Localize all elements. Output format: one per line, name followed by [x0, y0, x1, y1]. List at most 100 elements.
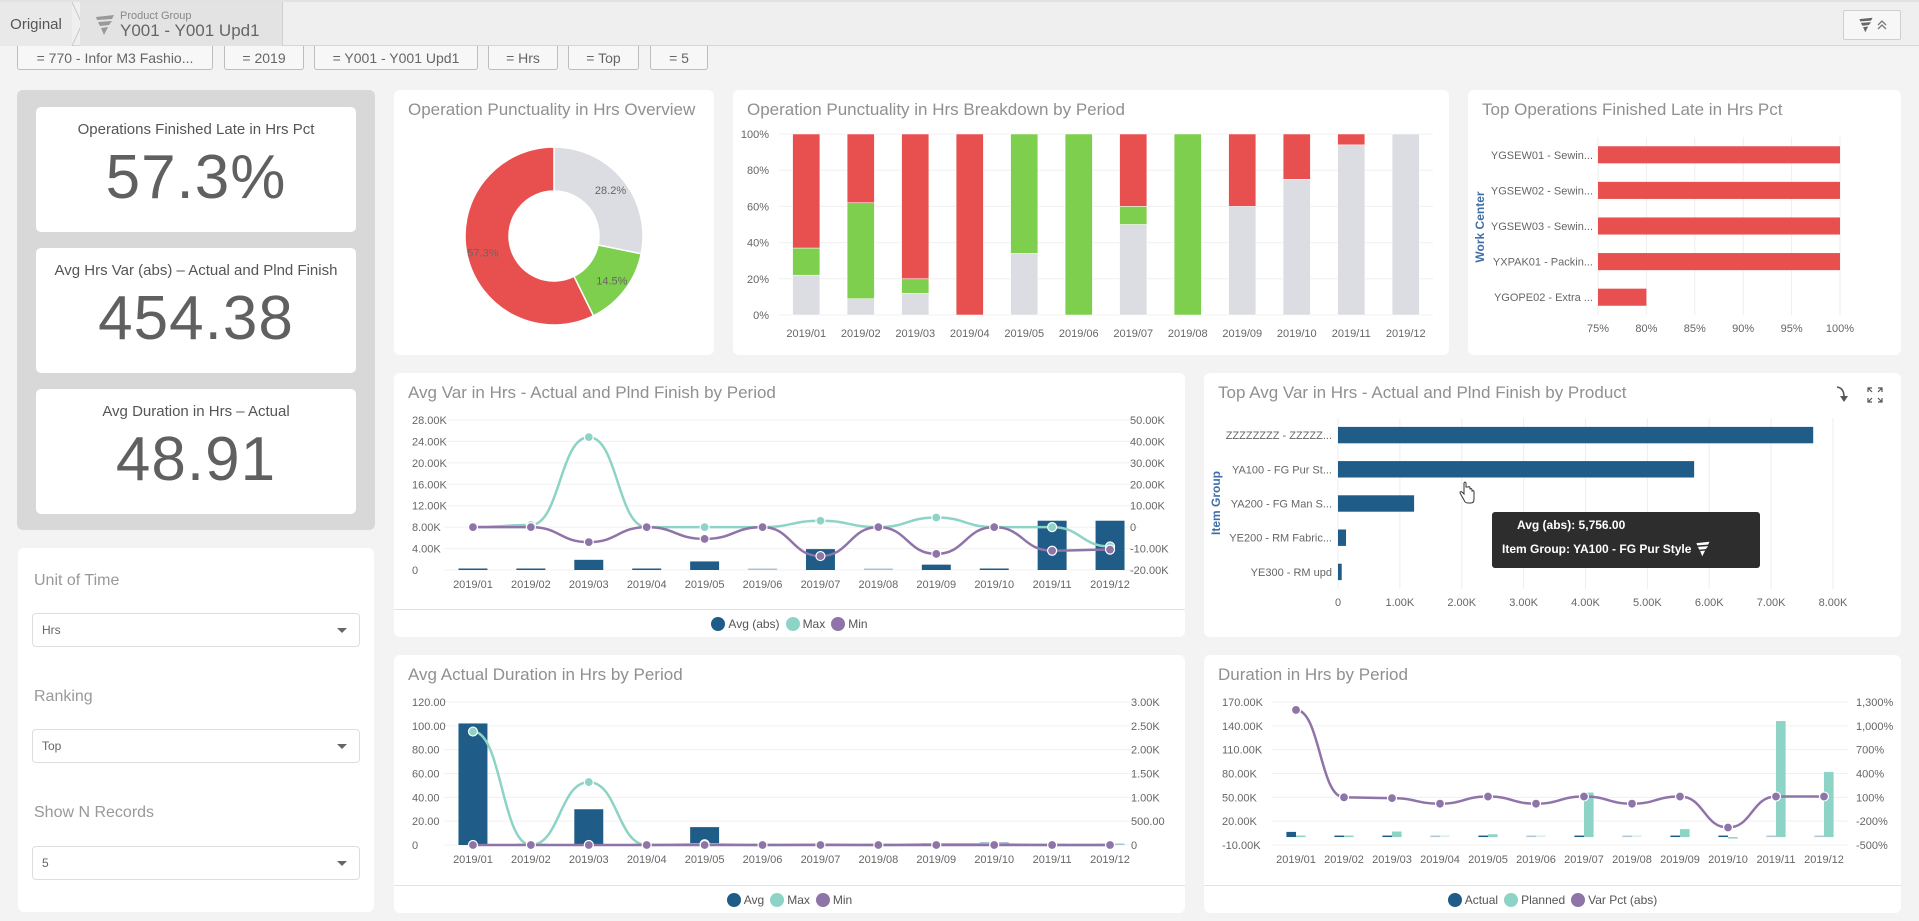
line-point	[1818, 791, 1830, 802]
line-point	[989, 522, 1000, 533]
unit-of-time-select[interactable]: Hrs	[32, 613, 360, 647]
breadcrumb-active-product-group[interactable]: Product Group Y001 - Y001 Upd1	[80, 2, 283, 46]
bar-actual	[1718, 835, 1728, 838]
bar-planned	[1296, 835, 1306, 838]
donut-slice-label: 57.3%	[467, 248, 498, 260]
donut-slice-on-time	[553, 146, 644, 255]
x-tick-label: 2019/11	[1033, 854, 1072, 866]
line-point	[583, 776, 594, 788]
bar	[1338, 461, 1695, 478]
filter-funnel-icon[interactable]	[1695, 541, 1711, 557]
x-tick-label: 2019/05	[685, 579, 725, 591]
bar-avg--abs-	[748, 568, 778, 570]
x-tick-label: 2019/03	[569, 854, 609, 866]
legend-item[interactable]: Avg	[726, 892, 765, 907]
kpi-value: 454.38	[98, 284, 294, 353]
x-tick-label: 2019/04	[1420, 854, 1460, 866]
breadcrumb-original[interactable]: Original	[0, 2, 72, 46]
bar-avg	[458, 723, 488, 845]
y-category-label: YA100 - FG Pur St...	[1232, 464, 1332, 476]
bar-planned	[1728, 837, 1738, 839]
legend-label: Avg	[743, 892, 765, 907]
x-tick-label: 80%	[1635, 323, 1657, 335]
line-point	[583, 537, 594, 548]
select-value: Hrs	[42, 623, 61, 637]
line-point	[525, 522, 536, 533]
toggle-filters-button[interactable]	[1843, 10, 1901, 40]
bar	[1598, 217, 1840, 235]
bar-early	[846, 202, 875, 299]
line-point	[583, 432, 594, 443]
ranking-select[interactable]: Top	[32, 729, 360, 763]
x-tick-label: 75%	[1587, 323, 1609, 335]
x-tick-label: 2019/12	[1804, 854, 1844, 866]
line-point	[815, 839, 826, 851]
legend-item[interactable]: Actual	[1447, 892, 1498, 907]
y-left-tick-label: 12.00K	[412, 501, 448, 513]
y-left-tick-label: 120.00	[412, 697, 446, 709]
y-right-tick-label: 0	[1131, 840, 1137, 852]
y-left-tick-label: 140.00K	[1222, 721, 1264, 733]
y-category-label: YGOPE02 - Extra ...	[1494, 292, 1593, 304]
filter-pill-n-records[interactable]: = 5	[650, 46, 708, 70]
line-point	[931, 512, 942, 523]
overview-donut-chart: 28.2% 14.5% 57.3%	[464, 146, 644, 326]
x-tick-label: 2019/09	[916, 854, 956, 866]
filter-pill-product-group[interactable]: = Y001 - Y001 Upd1	[314, 46, 478, 70]
hand-cursor-icon	[1459, 481, 1475, 504]
line-point	[757, 839, 768, 851]
legend-item[interactable]: Max	[770, 892, 810, 907]
line-point	[699, 533, 710, 545]
y-left-tick-label: 0	[412, 840, 418, 852]
legend-item[interactable]: Planned	[1504, 892, 1566, 907]
filter-pill-company[interactable]: = 770 - Infor M3 Fashio...	[17, 46, 213, 70]
bar-planned	[1776, 721, 1786, 838]
legend-swatch	[770, 892, 785, 907]
bar-avg--abs-	[632, 568, 662, 570]
filter-pill-ranking[interactable]: = Top	[568, 46, 639, 70]
tooltip-item-group: Item Group: YA100 - FG Pur Style	[1502, 542, 1692, 556]
legend-item[interactable]: Min	[831, 616, 868, 631]
bar-on-time	[792, 274, 821, 316]
line-var-pct--abs-	[1295, 708, 1824, 829]
filter-pill-unit-of-time[interactable]: = Hrs	[488, 46, 558, 70]
bar-early	[1119, 206, 1148, 225]
select-value: Top	[42, 739, 62, 753]
line-point	[641, 522, 652, 533]
legend-item[interactable]: Min	[815, 892, 852, 907]
x-tick-label: 2019/05	[685, 854, 725, 866]
kpi-avg-hrs-var[interactable]: Avg Hrs Var (abs) – Actual and Plnd Fini…	[36, 248, 356, 373]
x-tick-label: 8.00K	[1819, 597, 1848, 609]
x-tick-label: 2019/02	[841, 328, 881, 340]
bar-early	[901, 278, 930, 294]
x-tick-label: 2019/08	[858, 854, 898, 866]
legend-label: Planned	[1521, 892, 1566, 907]
bar-early	[1010, 133, 1039, 254]
y-tick-label: 40%	[747, 238, 769, 250]
legend-item[interactable]: Var Pct (abs)	[1571, 892, 1657, 907]
y-right-tick-label: 0	[1130, 522, 1136, 534]
line-point	[1578, 791, 1590, 802]
donut-slice-label: 14.5%	[596, 276, 627, 288]
line-point	[641, 839, 652, 851]
line-point	[1674, 791, 1686, 802]
kpi-avg-duration[interactable]: Avg Duration in Hrs – Actual 48.91	[36, 389, 356, 514]
bar-planned	[1392, 831, 1402, 838]
bar-planned	[1344, 835, 1354, 838]
filter-pill-year[interactable]: = 2019	[224, 46, 304, 70]
legend-swatch	[785, 616, 800, 631]
breakdown-stacked-bar-chart: 0% 20% 40% 60% 80% 100% 2019/01 2019/02 2019/03 2…	[741, 129, 1433, 340]
y-right-tick-label: 1.50K	[1131, 769, 1160, 781]
legend-item[interactable]: Max	[785, 616, 825, 631]
x-tick-label: 2019/09	[916, 579, 956, 591]
legend-item[interactable]: Avg (abs)	[711, 616, 780, 631]
bar	[1598, 288, 1647, 306]
y-right-tick-label: 1,000%	[1856, 721, 1894, 733]
y-left-tick-label: 4.00K	[412, 544, 441, 556]
bar-avg--abs-	[690, 561, 720, 570]
x-tick-label: 2019/12	[1090, 854, 1130, 866]
x-tick-label: 2019/05	[1468, 854, 1508, 866]
kpi-late-pct[interactable]: Operations Finished Late in Hrs Pct 57.3…	[36, 107, 356, 232]
show-n-records-select[interactable]: 5	[32, 846, 360, 880]
x-tick-label: 2019/03	[1372, 854, 1412, 866]
